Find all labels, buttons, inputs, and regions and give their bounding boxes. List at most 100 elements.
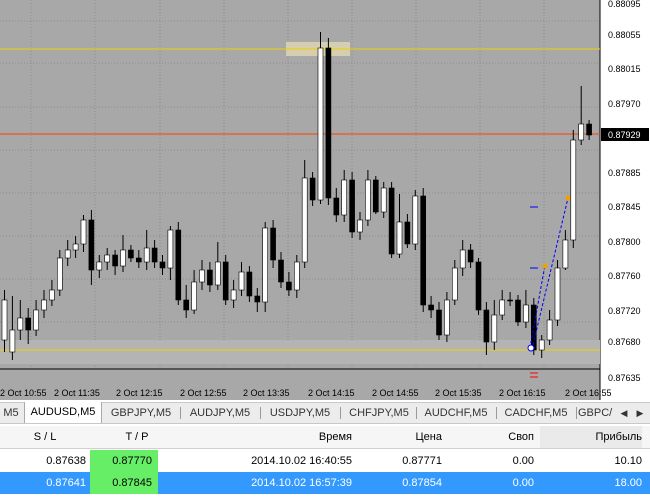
candle-bull xyxy=(120,249,126,267)
col-header-sl[interactable]: S / L xyxy=(0,426,90,448)
col-header-tp[interactable]: T / P xyxy=(92,426,182,448)
chart-tab[interactable]: M5 xyxy=(0,403,22,423)
price-tick: 0.87635 xyxy=(608,373,641,383)
tab-separator xyxy=(340,407,341,419)
candle-bull xyxy=(215,261,221,286)
triangle-right-icon[interactable]: ▶ xyxy=(634,403,646,423)
candle-bear xyxy=(388,187,395,255)
candle-bull xyxy=(230,289,237,301)
candle-bull xyxy=(341,179,348,216)
cell-sl: 0.87641 xyxy=(46,477,86,489)
candle-bull xyxy=(80,219,87,245)
candle-bear xyxy=(151,247,158,263)
candle-bear xyxy=(222,261,229,301)
col-header-profit[interactable]: Прибыль xyxy=(540,426,642,448)
candle-bull xyxy=(578,123,585,141)
candle-bull xyxy=(451,267,458,301)
candle-bull xyxy=(17,317,24,331)
table-header: S / L T / P Время Цена Своп Прибыль xyxy=(0,426,650,449)
candle-bull xyxy=(380,187,387,213)
price-tick: 0.87680 xyxy=(608,337,641,347)
candle-bull xyxy=(523,304,529,323)
candle-bear xyxy=(128,249,134,259)
candle-bear xyxy=(88,219,95,271)
candle-bear xyxy=(246,271,253,297)
chart-tab-bar: M5 AUDUSD,M5 GBPJPY,M5 AUDJPY,M5 USDJPY,… xyxy=(0,402,650,424)
chart-tab[interactable]: USDJPY,M5 xyxy=(262,403,338,423)
price-tick: 0.88015 xyxy=(608,64,641,74)
price-tick: 0.88055 xyxy=(608,30,641,40)
cell-time: 2014.10.02 16:57:39 xyxy=(251,477,352,489)
entry-arrow-icon xyxy=(565,195,571,201)
candle-bear xyxy=(475,261,482,311)
entry-arrow-icon xyxy=(527,344,535,352)
price-tick: 0.87720 xyxy=(608,306,641,316)
price-chart[interactable]: 0.88095 0.88055 0.88015 0.87970 0.87929 … xyxy=(0,0,650,400)
cell-tp: 0.87770 xyxy=(90,450,158,472)
positions-table: S / L T / P Время Цена Своп Прибыль 0.87… xyxy=(0,426,650,500)
cell-profit: 18.00 xyxy=(614,477,642,489)
candle-bear xyxy=(507,299,513,302)
table-row-selected[interactable]: 0.87641 0.87845 2014.10.02 16:57:39 0.87… xyxy=(0,472,650,494)
candle-bear xyxy=(286,281,292,291)
candle-bull xyxy=(143,247,150,263)
candle-bear xyxy=(325,47,332,199)
candle-bull xyxy=(365,179,371,221)
candle-bull xyxy=(459,249,466,269)
candle-bull xyxy=(444,299,450,336)
col-header-price[interactable]: Цена xyxy=(360,426,442,448)
candle-bear xyxy=(175,229,182,301)
chart-tab[interactable]: CHFJPY,M5 xyxy=(342,403,416,423)
stoploss-zone xyxy=(0,340,600,364)
candle-bull xyxy=(412,195,419,245)
price-tick: 0.87760 xyxy=(608,271,641,281)
candle-bull xyxy=(72,243,79,251)
candle-bear xyxy=(372,179,379,213)
candle-bear xyxy=(420,195,427,306)
table-row[interactable]: 0.87638 0.87770 2014.10.02 16:40:55 0.87… xyxy=(0,450,650,472)
chart-tab[interactable]: AUDJPY,M5 xyxy=(182,403,258,423)
tab-separator xyxy=(496,407,497,419)
candle-bull xyxy=(562,239,569,269)
candle-bear xyxy=(436,309,442,336)
col-header-time[interactable]: Время xyxy=(184,426,352,448)
price-tick: 0.87845 xyxy=(608,202,641,212)
price-tick: 0.87970 xyxy=(608,99,641,109)
candle-bull xyxy=(191,281,197,311)
candle-bear xyxy=(183,299,189,311)
triangle-left-icon[interactable]: ◀ xyxy=(618,403,630,423)
time-tick: 2 Oct 12:15 xyxy=(116,388,163,398)
candle-bull xyxy=(33,309,39,331)
time-tick: 2 Oct 12:55 xyxy=(180,388,227,398)
chart-tab-active[interactable]: AUDUSD,M5 xyxy=(24,402,102,423)
candle-bear xyxy=(515,299,521,323)
chart-tab[interactable]: AUDCHF,M5 xyxy=(418,403,494,423)
price-tick: 0.88095 xyxy=(608,0,641,9)
tab-separator xyxy=(260,407,261,419)
candle-bear xyxy=(25,317,32,331)
candle-bull xyxy=(499,299,506,316)
time-tick: 2 Oct 14:55 xyxy=(372,388,419,398)
chart-tab[interactable]: GBPJPY,M5 xyxy=(104,403,178,423)
cell-swap: 0.00 xyxy=(512,455,534,467)
candle-bull xyxy=(491,314,498,343)
candle-bull xyxy=(317,47,324,201)
candle-bull xyxy=(262,227,269,303)
time-tick: 2 Oct 16:55 xyxy=(565,388,612,398)
cell-profit: 10.10 xyxy=(614,455,642,467)
cell-swap: 0.00 xyxy=(512,477,534,489)
candle-bear xyxy=(159,261,166,269)
candle-bull xyxy=(538,339,545,351)
candle-bull xyxy=(357,219,363,233)
tab-separator xyxy=(416,407,417,419)
current-price-text: 0.87929 xyxy=(608,130,641,140)
cell-sl: 0.87638 xyxy=(46,455,86,467)
candle-bull xyxy=(167,229,174,269)
time-tick: 2 Oct 11:35 xyxy=(54,388,100,398)
chart-tab[interactable]: CADCHF,M5 xyxy=(498,403,574,423)
chart-tab[interactable]: GBPC/ xyxy=(578,403,616,423)
cell-time: 2014.10.02 16:40:55 xyxy=(251,455,352,467)
candle-bull xyxy=(238,271,245,291)
col-header-swap[interactable]: Своп xyxy=(450,426,534,448)
price-tick: 0.87800 xyxy=(608,237,641,247)
